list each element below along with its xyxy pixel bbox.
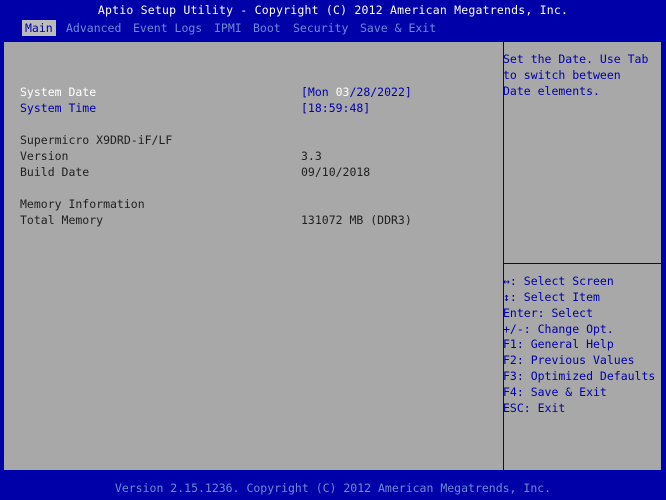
version-label: Version (20, 149, 69, 163)
system-time-label[interactable]: System Time (20, 100, 96, 116)
key-select-item: ↕: Select Item (503, 290, 600, 304)
key-optimized-defaults: F3: Optimized Defaults (503, 369, 656, 383)
date-bracket-open: [Mon (301, 85, 336, 99)
date-month-field[interactable]: 03 (336, 85, 350, 99)
key-esc-exit: ESC: Exit (503, 401, 566, 415)
key-previous-values: F2: Previous Values (503, 353, 635, 367)
help-description: Set the Date. Use Tab to switch between … (503, 52, 649, 98)
version-value: 3.3 (301, 149, 322, 163)
total-memory-label: Total Memory (20, 213, 104, 227)
key-change-opt: +/-: Change Opt. (503, 322, 614, 336)
memory-info-heading: Memory Information (20, 197, 145, 211)
build-date-value: 09/10/2018 (301, 165, 371, 179)
total-memory-value: 131072 MB (DDR3) (301, 213, 412, 227)
tab-save-exit[interactable]: Save & Exit (357, 20, 439, 36)
date-rest-field[interactable]: /28/2022] (349, 85, 411, 99)
system-time-value[interactable]: [18:59:48] (301, 100, 370, 116)
tab-boot[interactable]: Boot (250, 20, 284, 36)
system-date-value[interactable]: [Mon 03/28/2022] (301, 84, 412, 100)
help-divider (504, 263, 661, 264)
build-date-label: Build Date (20, 165, 90, 179)
key-general-help: F1: General Help (503, 337, 614, 351)
key-enter-select: Enter: Select (503, 306, 594, 320)
key-save-exit: F4: Save & Exit (503, 385, 607, 399)
tab-main[interactable]: Main (22, 20, 56, 36)
window-title: Aptio Setup Utility - Copyright (C) 2012… (97, 3, 569, 17)
tab-event-logs[interactable]: Event Logs (130, 20, 205, 36)
menu-bar: Main Advanced Event Logs IPMI Boot Secur… (0, 20, 666, 36)
board-name: Supermicro X9DRD-iF/LF (20, 133, 173, 147)
key-select-screen: ↔: Select Screen (503, 274, 614, 288)
system-date-label[interactable]: System Date (20, 84, 96, 100)
tab-ipmi[interactable]: IPMI (211, 20, 245, 36)
tab-advanced[interactable]: Advanced (63, 20, 124, 36)
footer-version: Version 2.15.1236. Copyright (C) 2012 Am… (114, 481, 552, 495)
tab-security[interactable]: Security (290, 20, 351, 36)
